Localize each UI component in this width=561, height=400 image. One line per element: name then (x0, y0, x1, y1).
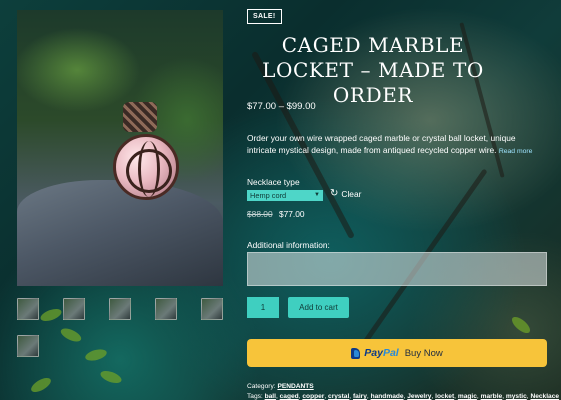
gallery-thumbnail[interactable] (155, 298, 177, 320)
product-meta: Category: PENDANTS Tags: ball, caged, co… (247, 382, 560, 400)
background-leaf (98, 368, 124, 386)
product-description: Order your own wire wrapped caged marble… (247, 132, 547, 158)
gallery-thumbnail[interactable] (201, 298, 223, 320)
sale-badge: SALE! (247, 9, 282, 24)
category-label: Category: (247, 383, 276, 390)
tag-link[interactable]: fairy (353, 393, 367, 400)
locket-ball-shape (113, 134, 179, 200)
necklace-type-value: Hemp cord (250, 191, 287, 200)
rock-shape (17, 180, 223, 286)
background-leaf (38, 306, 64, 324)
quantity-input[interactable]: 1 (247, 297, 279, 318)
paypal-logo: PayPal (364, 347, 399, 359)
chevron-down-icon: ▼ (314, 192, 320, 198)
add-to-cart-button[interactable]: Add to cart (288, 297, 349, 318)
tags-line: Tags: ball, caged, copper, crystal, fair… (247, 393, 560, 400)
tag-link[interactable]: caged (280, 393, 299, 400)
refresh-icon: ↻ (330, 188, 339, 199)
gallery-thumbnail[interactable] (63, 298, 85, 320)
additional-information-input[interactable] (247, 252, 547, 286)
buy-now-label: Buy Now (404, 347, 443, 359)
tag-link[interactable]: Necklace (530, 393, 559, 400)
tag-link[interactable]: magic (458, 393, 477, 400)
sale-price: $77.00 (278, 209, 305, 219)
necklace-type-label: Necklace type (247, 177, 300, 187)
gallery-thumbnail[interactable] (17, 335, 39, 357)
clear-selection-button[interactable]: ↻ Clear (330, 188, 362, 200)
background-leaf (84, 347, 108, 363)
tag-link[interactable]: marble (481, 393, 503, 400)
tag-link[interactable]: handmade (371, 393, 404, 400)
old-price: $88.00 (247, 209, 273, 219)
background-leaf (509, 314, 533, 336)
background-leaf (58, 325, 84, 345)
description-text: Order your own wire wrapped caged marble… (247, 133, 516, 155)
tag-link[interactable]: Jewelry (407, 393, 431, 400)
tag-link[interactable]: ball (265, 393, 276, 400)
background-leaf (28, 375, 54, 395)
paypal-buy-now-button[interactable]: PayPal Buy Now (247, 339, 547, 367)
clear-label: Clear (341, 189, 362, 199)
tag-link[interactable]: copper (302, 393, 324, 400)
category-line: Category: PENDANTS (247, 382, 557, 392)
product-main-image[interactable] (17, 10, 223, 286)
read-more-link[interactable]: Read more (499, 148, 533, 155)
variation-price: $88.00 $77.00 (247, 209, 305, 219)
gallery-thumbnail[interactable] (17, 298, 39, 320)
tags-label: Tags: (247, 393, 263, 400)
product-title: CAGED MARBLE LOCKET – MADE TO ORDER (262, 33, 484, 107)
tag-link[interactable]: crystal (328, 393, 349, 400)
paypal-icon (351, 347, 361, 359)
necklace-type-select[interactable]: Hemp cord ▼ (247, 190, 323, 201)
price-range: $77.00 – $99.00 (247, 101, 316, 112)
gallery-thumbnail[interactable] (109, 298, 131, 320)
additional-information-label: Additional information: (247, 240, 330, 250)
tag-link[interactable]: locket (435, 393, 454, 400)
tag-link[interactable]: mystic (506, 393, 527, 400)
category-link[interactable]: PENDANTS (277, 383, 313, 390)
locket-cap-shape (123, 102, 157, 132)
